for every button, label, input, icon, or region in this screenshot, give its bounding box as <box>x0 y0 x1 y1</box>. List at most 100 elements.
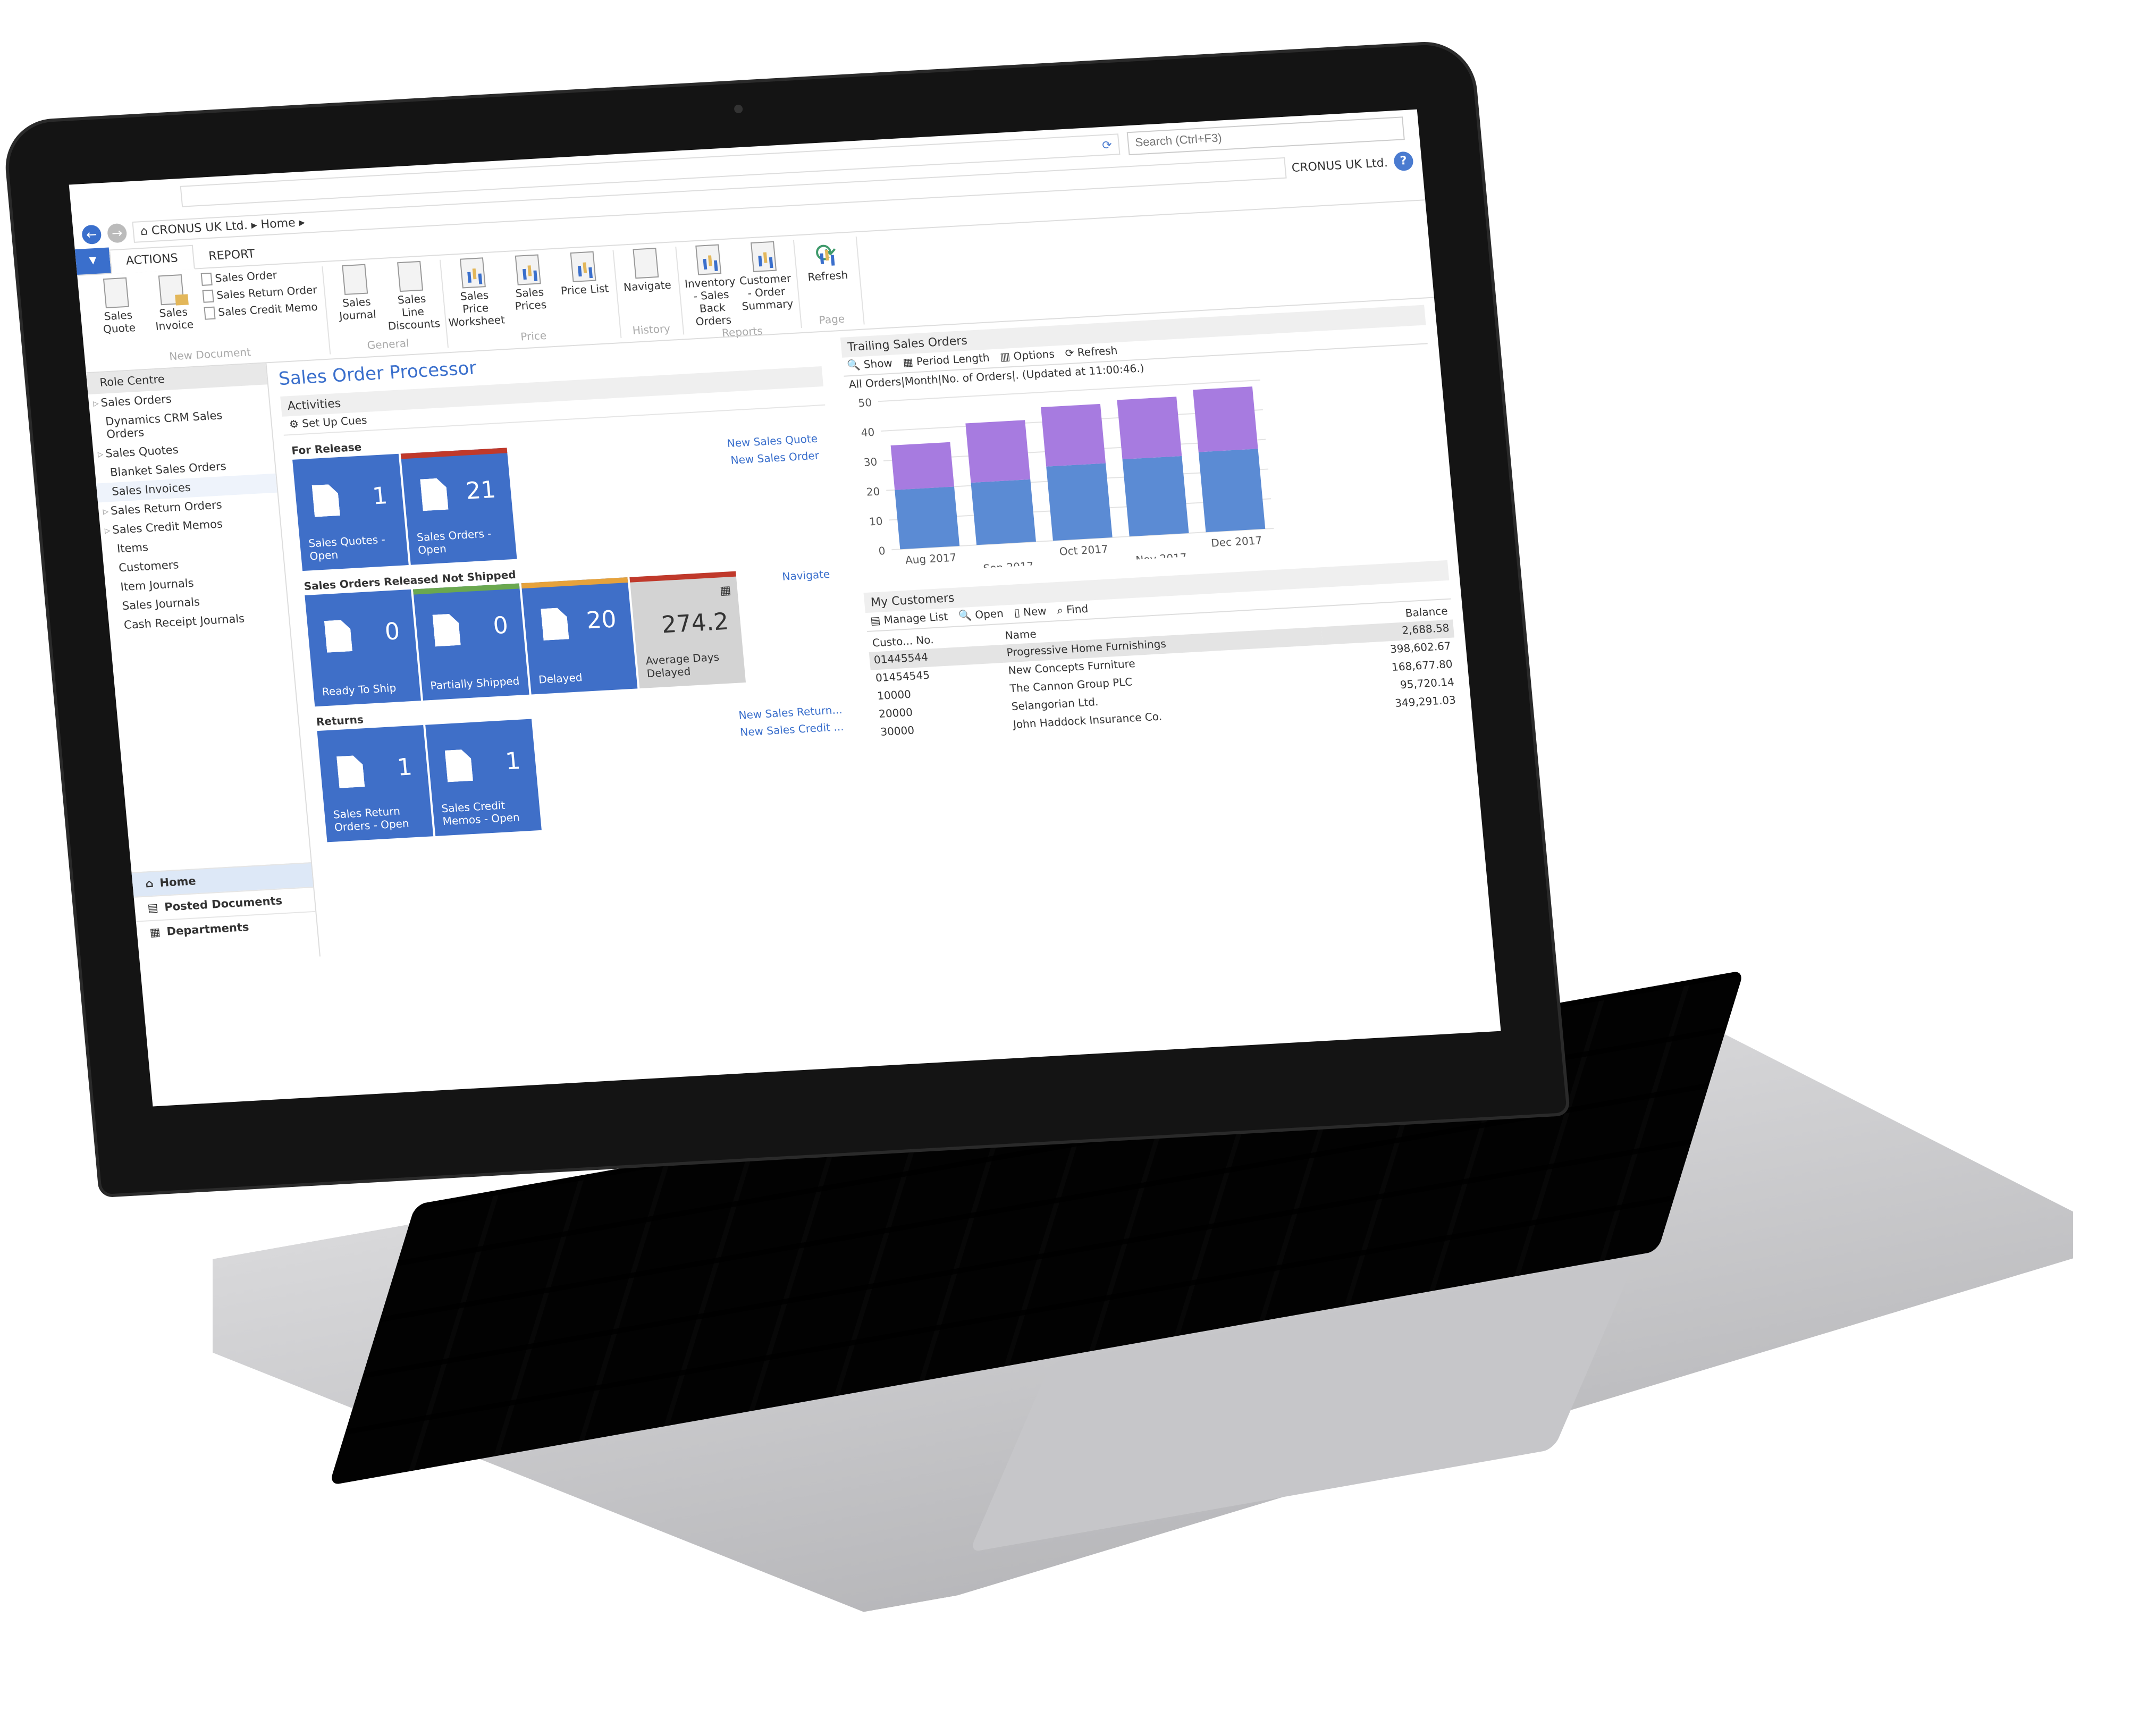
navigate-label: Navigate <box>623 280 672 294</box>
sales-credit-memo-label: Sales Credit Memo <box>217 301 318 319</box>
manage-list-icon: ▤ <box>870 615 885 628</box>
breadcrumb-company[interactable]: CRONUS UK Ltd. <box>151 218 248 238</box>
sales-line-discounts-button[interactable]: Sales Line Discounts <box>384 260 441 340</box>
ribbon-group-new-document: Sales Quote Sales Invoice Sales Order Sales… <box>83 266 331 368</box>
cue-tile-delayed[interactable]: 20 Delayed <box>521 577 638 695</box>
new-icon: ▯ <box>1013 607 1024 620</box>
cue-tile-sales-credit-memos-open[interactable]: 1 Sales Credit Memos - Open <box>425 719 542 836</box>
sales-return-order-icon <box>202 289 214 303</box>
options-label: Options <box>1013 349 1055 363</box>
y-tick-label: 30 <box>863 456 878 469</box>
sales-line-discounts-icon <box>397 260 423 292</box>
forward-button[interactable]: → <box>106 223 128 243</box>
sales-prices-icon <box>514 254 541 285</box>
y-tick-label: 40 <box>861 426 875 439</box>
sales-journal-button[interactable]: Sales Journal <box>329 263 384 342</box>
laptop: ⟳ ← → ⌂ CRONUS UK Ltd. ▸ Home ▸ CRONUS U… <box>0 0 2156 1616</box>
cue-tile-sales-orders-open[interactable]: 21 Sales Orders - Open <box>400 448 517 565</box>
sales-invoice-icon <box>158 274 184 306</box>
bar-series0-dec-2017 <box>1198 449 1266 533</box>
cue-value: 20 <box>585 606 618 635</box>
home-icon: ⌂ <box>145 877 154 891</box>
price-list-icon <box>569 251 596 282</box>
bar-series0-oct-2017 <box>1046 463 1113 541</box>
show-button[interactable]: 🔍 Show <box>847 358 893 373</box>
cue-tile-ready-to-ship[interactable]: 0 Ready To Ship <box>305 589 422 707</box>
app-menu-button[interactable]: ▼ <box>74 247 111 275</box>
y-tick-label: 10 <box>869 515 883 528</box>
ribbon-group-general: Sales Journal Sales Line Discounts General <box>322 259 449 355</box>
tab-actions[interactable]: ACTIONS <box>109 245 195 274</box>
ribbon-group-history: Navigate History <box>613 247 684 339</box>
breadcrumb-home[interactable]: Home <box>260 216 296 232</box>
bar-series1-dec-2017 <box>1193 386 1258 452</box>
cue-value: 0 <box>383 619 401 646</box>
cue-tile-average-days-delayed[interactable]: ▦ 274.2 Average Days Delayed <box>629 571 746 689</box>
departments-icon: ▦ <box>149 926 161 940</box>
cue-tile-partially-shipped[interactable]: 0 Partially Shipped <box>412 583 529 701</box>
gear-icon: ⚙ <box>289 419 300 432</box>
find-button[interactable]: ⌕ Find <box>1057 604 1089 617</box>
posted-documents-label: Posted Documents <box>164 895 283 914</box>
sales-prices-label: Sales Prices <box>515 287 548 314</box>
set-up-cues-label: Set Up Cues <box>301 415 368 431</box>
trailing-sales-chart: 0 10 20 30 40 50 Aug 2017 Sep 2017 Oct 2017 Nov 2… <box>858 380 1274 575</box>
bar-series0-nov-2017 <box>1122 456 1189 537</box>
back-button[interactable]: ← <box>81 224 102 245</box>
y-tick-label: 0 <box>878 544 886 558</box>
refresh-icon[interactable]: ⟳ <box>1101 138 1113 152</box>
refresh-button[interactable]: ⟳ Refresh <box>1065 346 1118 360</box>
show-label: Show <box>863 358 893 372</box>
refresh-button[interactable]: ⟳ Refresh <box>800 237 856 316</box>
customer-order-summary-button[interactable]: Customer - Order Summary <box>737 240 794 327</box>
document-icon <box>324 619 352 652</box>
sales-quote-button[interactable]: Sales Quote <box>90 276 146 356</box>
bar-series1-sep-2017 <box>965 420 1031 483</box>
document-icon <box>432 613 460 646</box>
manage-list-button[interactable]: ▤ Manage List <box>870 612 949 628</box>
sales-price-worksheet-icon <box>459 257 486 289</box>
sales-invoice-button[interactable]: Sales Invoice <box>146 274 201 353</box>
inventory-sales-back-orders-button[interactable]: Inventory - Sales Back Orders <box>682 243 738 330</box>
cue-value: 21 <box>465 477 497 506</box>
sales-order-button[interactable]: Sales Order <box>200 267 316 286</box>
sales-order-icon <box>200 272 213 286</box>
price-list-button[interactable]: Price List <box>557 250 613 330</box>
sales-return-order-label: Sales Return Order <box>216 284 318 302</box>
ribbon-group-page: ⟳ Refresh Page <box>794 237 864 328</box>
sales-order-label: Sales Order <box>214 270 278 285</box>
open-button[interactable]: 🔍 Open <box>958 609 1004 623</box>
period-length-button[interactable]: ▦ Period Length <box>903 352 990 369</box>
cue-value: 274.2 <box>660 609 730 639</box>
sales-quote-icon <box>103 277 129 309</box>
ribbon-group-label: History <box>632 323 671 338</box>
sales-prices-button[interactable]: Sales Prices <box>502 254 558 333</box>
cue-tile-sales-quotes-open[interactable]: 1 Sales Quotes - Open <box>292 453 409 571</box>
sales-quote-label: Sales Quote <box>103 310 137 336</box>
options-button[interactable]: ▥ Options <box>1000 349 1055 364</box>
screen: ⟳ ← → ⌂ CRONUS UK Ltd. ▸ Home ▸ CRONUS U… <box>69 109 1501 1107</box>
period-length-icon: ▦ <box>902 357 917 369</box>
price-list-label: Price List <box>560 283 610 298</box>
cue-label: Average Days Delayed <box>645 652 720 681</box>
sales-credit-memo-button[interactable]: Sales Credit Memo <box>204 301 319 320</box>
sales-return-order-button[interactable]: Sales Return Order <box>202 284 318 303</box>
cue-label: Delayed <box>538 672 583 687</box>
refresh-label: Refresh <box>807 270 849 284</box>
help-icon[interactable]: ? <box>1393 151 1414 172</box>
link-navigate[interactable]: Navigate <box>781 567 831 587</box>
options-icon: ▥ <box>999 351 1014 364</box>
sales-price-worksheet-label: Sales Price Worksheet <box>448 290 506 330</box>
tab-report[interactable]: REPORT <box>193 242 271 268</box>
navigate-button[interactable]: Navigate <box>620 247 676 326</box>
cue-label: Partially Shipped <box>429 676 520 693</box>
bar-series1-oct-2017 <box>1041 403 1106 467</box>
sales-credit-memo-icon <box>204 306 216 320</box>
cue-tile-sales-return-orders-open[interactable]: 1 Sales Return Orders - Open <box>317 725 434 843</box>
inventory-sales-back-orders-icon <box>695 244 721 275</box>
x-tick-label: Sep 2017 <box>983 559 1034 575</box>
sales-price-worksheet-button[interactable]: Sales Price Worksheet <box>447 257 506 336</box>
new-button[interactable]: ▯ New <box>1014 606 1047 619</box>
company-name: CRONUS UK Ltd. <box>1291 155 1388 175</box>
nav-client-window: ⟳ ← → ⌂ CRONUS UK Ltd. ▸ Home ▸ CRONUS U… <box>69 109 1501 1107</box>
